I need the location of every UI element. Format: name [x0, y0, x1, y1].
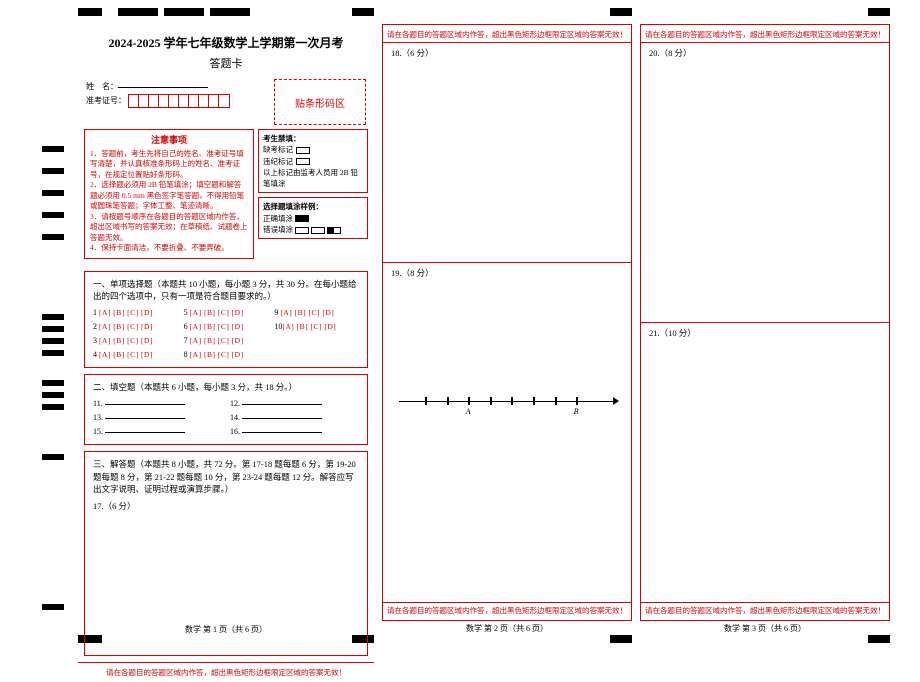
mc-bubbles[interactable]: [A] [B] [C] [D] — [190, 350, 244, 359]
q20-label: 20.（8 分） — [649, 47, 881, 59]
mc-bubbles[interactable]: [A] [B] [C] [D] — [190, 336, 244, 345]
q-num: 3 — [93, 336, 97, 345]
ticket-label: 准考证号： — [86, 96, 126, 105]
align-mark — [868, 635, 890, 643]
q-num: 2 — [93, 322, 97, 331]
page2-bottom-warning: 请在各题目的答题区域内作答，超出黑色矩形边框限定区域的答案无效！ — [383, 602, 631, 620]
notice-item: 4．保持卡面清洁，不要折叠、不要弄破。 — [90, 243, 248, 254]
fill-blank[interactable] — [105, 432, 185, 433]
q-num: 12. — [230, 399, 240, 408]
q-num: 15. — [93, 427, 103, 436]
page-2: 请在各题目的答题区域内作答，超出黑色矩形边框限定区域的答案无效！ 18.（6 分… — [382, 24, 632, 621]
identity-row: 姓 名： 准考证号： 贴条形码区 — [78, 77, 374, 129]
notice-item: 3．请按题号顺序在各题目的答题区域内作答，超出区域书写的答案无效；在草稿纸、试题… — [90, 212, 248, 244]
q-num: 11. — [93, 399, 103, 408]
left-align-marks — [42, 24, 66, 627]
page2-top-warning: 请在各题目的答题区域内作答，超出黑色矩形边框限定区域的答案无效！ — [383, 25, 631, 42]
q-num: 6 — [184, 322, 188, 331]
q-num: 9 — [274, 308, 278, 317]
fill-blank[interactable] — [242, 404, 322, 405]
tick-bubble-icon — [311, 227, 325, 234]
sample-wrong-label: 错误填涂 — [263, 225, 293, 234]
section-2-heading: 二、填空题（本题共 6 小题，每小题 3 分，共 18 分。） — [93, 381, 359, 394]
candidate-fill-box: 考生禁填： 缺考标记 违纪标记 以上标记由监考人员用 2B 铅笔填涂 — [258, 129, 368, 193]
fill-blank[interactable] — [105, 404, 185, 405]
page-number: 数学 第 3 页（共 6 页） — [641, 623, 889, 634]
align-mark — [164, 8, 204, 16]
notice-item: 1．答题前，考生先将自己的姓名、准考证号填写清楚，并认真核准条形码上的姓名、准考… — [90, 149, 248, 181]
q21-label: 21.（10 分） — [649, 327, 881, 339]
align-mark — [78, 8, 102, 16]
align-mark — [610, 8, 632, 16]
number-line: A B — [399, 389, 615, 413]
crossed-bubble-icon — [295, 227, 309, 234]
q-num: 1 — [93, 308, 97, 317]
align-mark — [868, 8, 890, 16]
violation-label: 违纪标记 — [263, 157, 293, 166]
page3-bottom-warning: 请在各题目的答题区域内作答，超出黑色矩形边框限定区域的答案无效！ — [641, 602, 889, 620]
q20-block[interactable]: 20.（8 分） — [641, 42, 889, 322]
filled-bubble-icon — [295, 215, 309, 222]
mc-bubbles[interactable]: [A] [B] [C] [D] — [190, 322, 244, 331]
exam-subtitle: 答题卡 — [82, 55, 370, 71]
q19-block[interactable]: 19.（8 分） A B — [383, 262, 631, 602]
absent-checkbox[interactable] — [296, 147, 310, 154]
name-label: 姓 名： — [86, 82, 118, 91]
section-1-heading: 一、单项选择题（本题共 10 小题，每小题 3 分，共 30 分。在每小题给出的… — [93, 278, 359, 304]
candidate-fill-note: 以上标记由监考人员用 2B 铅笔填涂 — [263, 167, 363, 190]
axis-label-a: A — [466, 407, 471, 416]
fill-sample-box: 选择题填涂样例： 正确填涂 错误填涂 — [258, 197, 368, 239]
q19-label: 19.（8 分） — [391, 267, 623, 279]
page-number: 数学 第 1 页（共 6 页） — [78, 624, 374, 635]
fill-blank[interactable] — [242, 432, 322, 433]
section-3-heading: 三、解答题（本题共 8 小题，共 72 分。第 17-18 题每题 6 分，第 … — [93, 458, 359, 496]
mc-bubbles[interactable]: [A] [B] [C] [D] — [99, 350, 153, 359]
mc-bubbles[interactable]: [A] [B] [C] [D] — [280, 308, 334, 317]
q-num: 16. — [230, 427, 240, 436]
notice-heading: 注意事项 — [90, 134, 248, 147]
page-3: 请在各题目的答题区域内作答，超出黑色矩形边框限定区域的答案无效！ 20.（8 分… — [640, 24, 890, 621]
align-mark — [610, 635, 632, 643]
fill-blank[interactable] — [242, 418, 322, 419]
page-1: 2024-2025 学年七年级数学上学期第一次月考 答题卡 姓 名： 准考证号：… — [78, 24, 374, 621]
candidate-fill-title: 考生禁填： — [263, 134, 301, 143]
mc-bubbles[interactable]: [A] [B] [C] [D] — [282, 322, 336, 331]
page1-footer-warning: 请在各题目的答题区域内作答，超出黑色矩形边框限定区域的答案无效！ — [78, 662, 374, 682]
fill-blank[interactable] — [105, 418, 185, 419]
absent-label: 缺考标记 — [263, 145, 293, 154]
violation-checkbox[interactable] — [296, 158, 310, 165]
page-number: 数学 第 2 页（共 6 页） — [383, 623, 631, 634]
q-num: 14. — [230, 413, 240, 422]
section-2-fill: 二、填空题（本题共 6 小题，每小题 3 分，共 18 分。） 11. 12. … — [84, 374, 368, 445]
q-num: 4 — [93, 350, 97, 359]
notice-box: 注意事项 1．答题前，考生先将自己的姓名、准考证号填写清楚，并认真核准条形码上的… — [84, 129, 254, 259]
q21-block[interactable]: 21.（10 分） — [641, 322, 889, 602]
q18-label: 18.（6 分） — [391, 47, 623, 59]
align-mark — [210, 8, 250, 16]
align-mark — [118, 8, 158, 16]
exam-title: 2024-2025 学年七年级数学上学期第一次月考 — [82, 34, 370, 51]
ticket-grid[interactable] — [128, 94, 230, 108]
q-num: 13. — [93, 413, 103, 422]
align-mark — [352, 8, 374, 16]
q-num: 8 — [184, 350, 188, 359]
axis-label-b: B — [574, 407, 579, 416]
mc-bubbles[interactable]: [A] [B] [C] [D] — [99, 308, 153, 317]
mc-bubbles[interactable]: [A] [B] [C] [D] — [99, 322, 153, 331]
page3-top-warning: 请在各题目的答题区域内作答，超出黑色矩形边框限定区域的答案无效！ — [641, 25, 889, 42]
section-1-mc: 一、单项选择题（本题共 10 小题，每小题 3 分，共 30 分。在每小题给出的… — [84, 271, 368, 369]
half-bubble-icon — [327, 227, 341, 234]
q-num: 5 — [184, 308, 188, 317]
mc-bubbles[interactable]: [A] [B] [C] [D] — [190, 308, 244, 317]
barcode-area: 贴条形码区 — [274, 79, 366, 125]
q-num: 7 — [184, 336, 188, 345]
sample-correct-label: 正确填涂 — [263, 214, 293, 223]
name-field[interactable] — [118, 87, 208, 88]
mc-bubbles[interactable]: [A] [B] [C] [D] — [99, 336, 153, 345]
notice-item: 2．选择题必须用 2B 铅笔填涂；填空题和解答题必须用 0.5 mm 黑色签字笔… — [90, 180, 248, 212]
q18-block[interactable]: 18.（6 分） — [383, 42, 631, 262]
arrow-right-icon — [613, 397, 619, 405]
q17-label: 17.（6 分） — [93, 500, 359, 513]
sample-title: 选择题填涂样例： — [263, 202, 323, 211]
